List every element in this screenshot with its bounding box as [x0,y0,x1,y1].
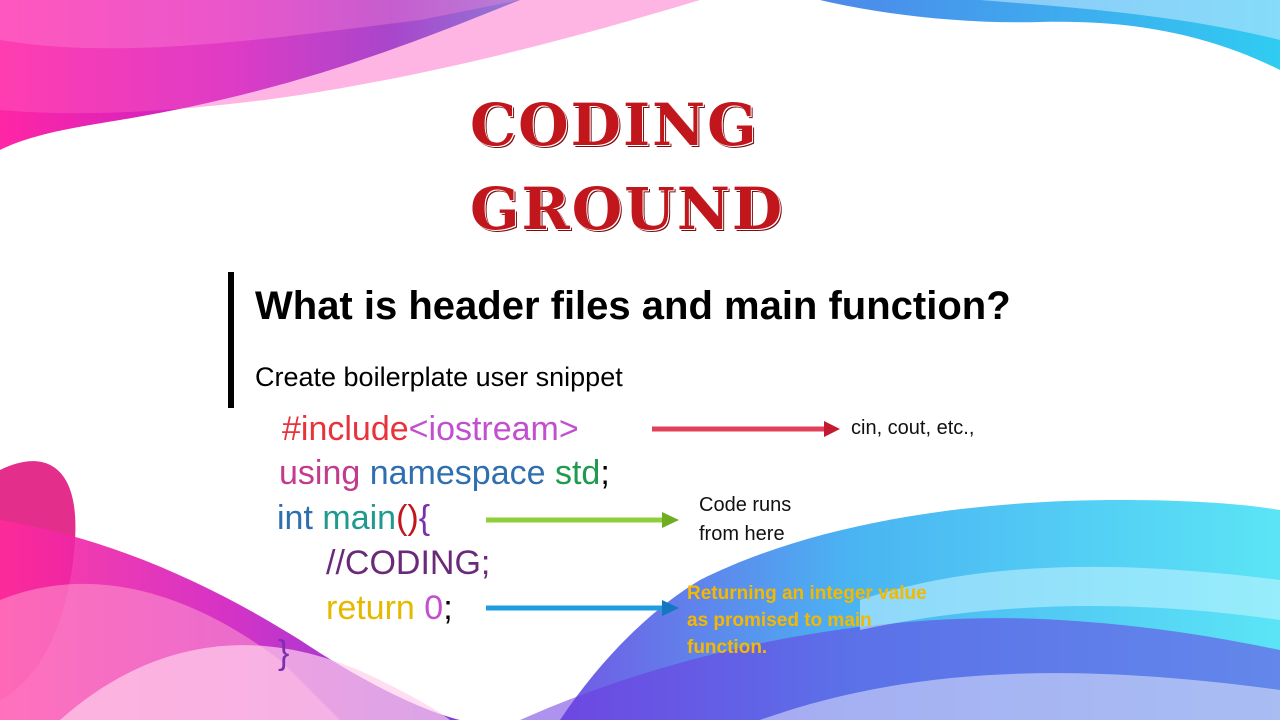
note-include: cin, cout, etc., [851,417,975,439]
note-main-line-1: Code runs [699,494,792,516]
note-main-line-2: from here [699,523,785,545]
arrow-include [652,421,840,437]
slide: CODING GROUND What is header files and m… [0,0,1280,720]
arrow-main [486,512,679,528]
note-return: Returning an integer value as promised t… [687,583,927,658]
annotation-arrows [486,421,840,616]
arrow-return [486,600,679,616]
